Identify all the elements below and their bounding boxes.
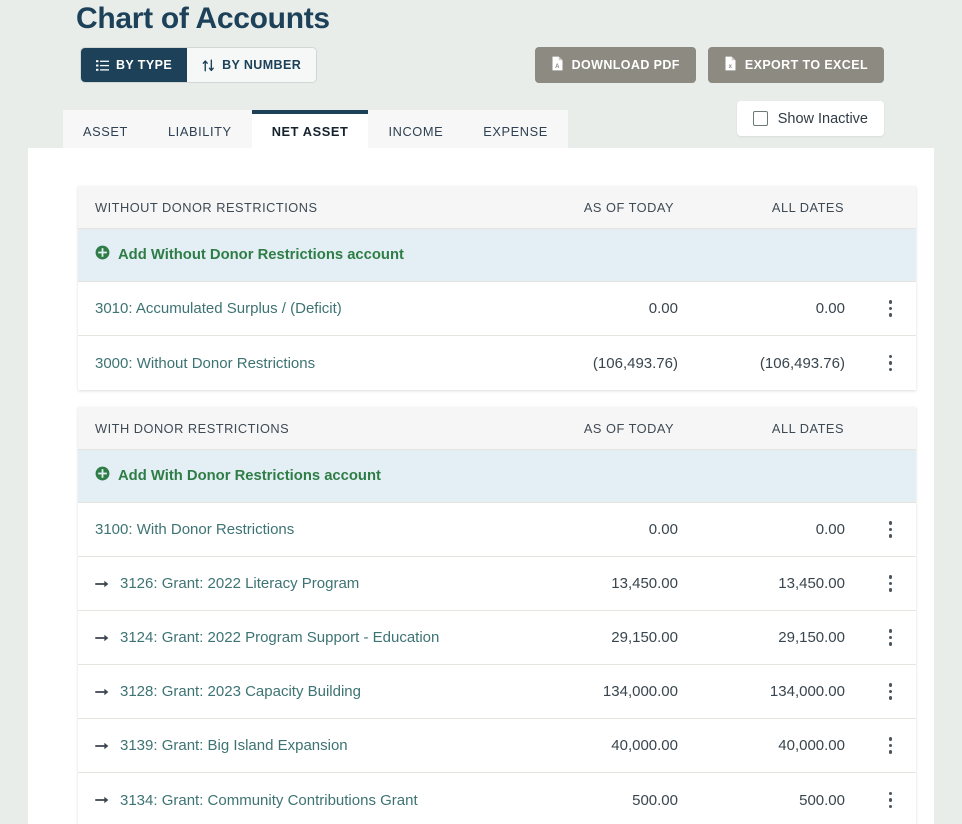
child-account-arrow-icon xyxy=(95,632,111,644)
download-pdf-button[interactable]: A DOWNLOAD PDF xyxy=(535,47,696,83)
child-account-arrow-icon xyxy=(95,794,111,806)
excel-file-icon: x xyxy=(724,56,737,74)
amount-all-dates: 0.00 xyxy=(816,300,845,317)
child-account-arrow-icon xyxy=(95,578,111,590)
row-menu-icon[interactable] xyxy=(883,623,898,651)
row-menu-icon[interactable] xyxy=(883,786,898,814)
row-menu-icon[interactable] xyxy=(883,677,898,705)
page-title: Chart of Accounts xyxy=(76,2,330,36)
plus-circle-icon xyxy=(95,466,110,486)
table-row[interactable]: 3128: Grant: 2023 Capacity Building 134,0… xyxy=(78,665,916,719)
view-toggle-group: BY TYPE BY NUMBER xyxy=(80,47,317,83)
plus-circle-icon xyxy=(95,245,110,265)
table-row[interactable]: 3139: Grant: Big Island Expansion 40,000.… xyxy=(78,719,916,773)
account-section: WITH DONOR RESTRICTIONS AS OF TODAY ALL DA… xyxy=(78,407,916,824)
account-name: 3134: Grant: Community Contributions Gra… xyxy=(120,792,418,809)
section-title: WITHOUT DONOR RESTRICTIONS xyxy=(78,200,318,215)
column-header-as-of-today: AS OF TODAY xyxy=(584,421,674,436)
account-name: 3128: Grant: 2023 Capacity Building xyxy=(120,683,361,700)
row-menu-icon[interactable] xyxy=(883,515,898,543)
amount-as-of-today: 40,000.00 xyxy=(611,737,678,754)
show-inactive-checkbox[interactable] xyxy=(753,111,768,126)
account-name: 3100: With Donor Restrictions xyxy=(95,521,294,538)
export-excel-label: EXPORT TO EXCEL xyxy=(745,58,868,72)
account-link[interactable]: 3128: Grant: 2023 Capacity Building xyxy=(95,683,361,700)
row-menu-icon[interactable] xyxy=(883,569,898,597)
tab-net-asset[interactable]: NET ASSET xyxy=(252,110,369,148)
amount-all-dates: 29,150.00 xyxy=(778,629,845,646)
account-link[interactable]: 3010: Accumulated Surplus / (Deficit) xyxy=(95,300,342,317)
pdf-file-icon: A xyxy=(551,56,564,74)
tab-expense[interactable]: EXPENSE xyxy=(463,110,568,148)
tab-asset[interactable]: ASSET xyxy=(63,110,148,148)
amount-all-dates: 134,000.00 xyxy=(770,683,845,700)
show-inactive-toggle[interactable]: Show Inactive xyxy=(737,101,884,136)
table-row[interactable]: 3126: Grant: 2022 Literacy Program 13,450… xyxy=(78,557,916,611)
toggle-by-number[interactable]: BY NUMBER xyxy=(187,48,316,82)
row-menu-icon[interactable] xyxy=(883,349,898,377)
page-header: Chart of Accounts BY TYPE xyxy=(0,0,962,148)
toggle-by-type[interactable]: BY TYPE xyxy=(81,48,187,82)
column-header-as-of-today: AS OF TODAY xyxy=(584,200,674,215)
download-pdf-label: DOWNLOAD PDF xyxy=(572,58,680,72)
account-link[interactable]: 3126: Grant: 2022 Literacy Program xyxy=(95,575,359,592)
section-header: WITHOUT DONOR RESTRICTIONS AS OF TODAY ALL… xyxy=(78,186,916,229)
export-excel-button[interactable]: x EXPORT TO EXCEL xyxy=(708,47,884,83)
amount-as-of-today: 13,450.00 xyxy=(611,575,678,592)
amount-all-dates: 40,000.00 xyxy=(778,737,845,754)
account-name: 3000: Without Donor Restrictions xyxy=(95,355,315,372)
accounts-panel: WITHOUT DONOR RESTRICTIONS AS OF TODAY ALL… xyxy=(28,148,934,824)
svg-text:A: A xyxy=(555,64,560,70)
amount-all-dates: 13,450.00 xyxy=(778,575,845,592)
section-title: WITH DONOR RESTRICTIONS xyxy=(78,421,289,436)
amount-as-of-today: 0.00 xyxy=(649,521,678,538)
svg-text:x: x xyxy=(728,64,732,70)
amount-all-dates: 0.00 xyxy=(816,521,845,538)
amount-all-dates: 500.00 xyxy=(799,792,845,809)
toggle-by-number-label: BY NUMBER xyxy=(222,58,301,72)
list-icon xyxy=(96,59,109,72)
amount-as-of-today: 29,150.00 xyxy=(611,629,678,646)
table-row[interactable]: 3124: Grant: 2022 Program Support - Educ… xyxy=(78,611,916,665)
account-link[interactable]: 3134: Grant: Community Contributions Gra… xyxy=(95,792,418,809)
row-menu-icon[interactable] xyxy=(883,294,898,322)
table-row[interactable]: 3100: With Donor Restrictions 0.00 0.00 xyxy=(78,503,916,557)
amount-as-of-today: 0.00 xyxy=(649,300,678,317)
account-name: 3139: Grant: Big Island Expansion xyxy=(120,737,348,754)
add-account-row[interactable]: Add Without Donor Restrictions account xyxy=(78,229,916,282)
account-name: 3010: Accumulated Surplus / (Deficit) xyxy=(95,300,342,317)
account-link[interactable]: 3139: Grant: Big Island Expansion xyxy=(95,737,348,754)
toggle-by-type-label: BY TYPE xyxy=(116,58,172,72)
export-actions: A DOWNLOAD PDF x EXPORT TO EXCEL xyxy=(535,47,884,83)
row-menu-icon[interactable] xyxy=(883,731,898,759)
amount-as-of-today: (106,493.76) xyxy=(593,355,678,372)
table-row[interactable]: 3010: Accumulated Surplus / (Deficit) 0.0… xyxy=(78,282,916,336)
child-account-arrow-icon xyxy=(95,740,111,752)
add-account-label: Add With Donor Restrictions account xyxy=(118,468,381,484)
section-header: WITH DONOR RESTRICTIONS AS OF TODAY ALL DA… xyxy=(78,407,916,450)
chart-of-accounts-page: Chart of Accounts BY TYPE xyxy=(0,0,962,824)
add-account-row[interactable]: Add With Donor Restrictions account xyxy=(78,450,916,503)
column-header-all-dates: ALL DATES xyxy=(772,421,844,436)
amount-as-of-today: 134,000.00 xyxy=(603,683,678,700)
account-link[interactable]: 3124: Grant: 2022 Program Support - Educ… xyxy=(95,629,439,646)
column-header-all-dates: ALL DATES xyxy=(772,200,844,215)
account-link[interactable]: 3100: With Donor Restrictions xyxy=(95,521,294,538)
tab-liability[interactable]: LIABILITY xyxy=(148,110,252,148)
table-row[interactable]: 3000: Without Donor Restrictions (106,493… xyxy=(78,336,916,390)
account-name: 3124: Grant: 2022 Program Support - Educ… xyxy=(120,629,439,646)
amount-as-of-today: 500.00 xyxy=(632,792,678,809)
child-account-arrow-icon xyxy=(95,686,111,698)
amount-all-dates: (106,493.76) xyxy=(760,355,845,372)
show-inactive-label: Show Inactive xyxy=(778,111,868,127)
account-section: WITHOUT DONOR RESTRICTIONS AS OF TODAY ALL… xyxy=(78,186,916,390)
table-row[interactable]: 3134: Grant: Community Contributions Gra… xyxy=(78,773,916,824)
sort-icon xyxy=(202,59,215,72)
account-name: 3126: Grant: 2022 Literacy Program xyxy=(120,575,359,592)
tab-income[interactable]: INCOME xyxy=(368,110,463,148)
add-account-label: Add Without Donor Restrictions account xyxy=(118,247,404,263)
account-link[interactable]: 3000: Without Donor Restrictions xyxy=(95,355,315,372)
account-type-tabs: ASSET LIABILITY NET ASSET INCOME EXPENSE xyxy=(63,110,568,148)
